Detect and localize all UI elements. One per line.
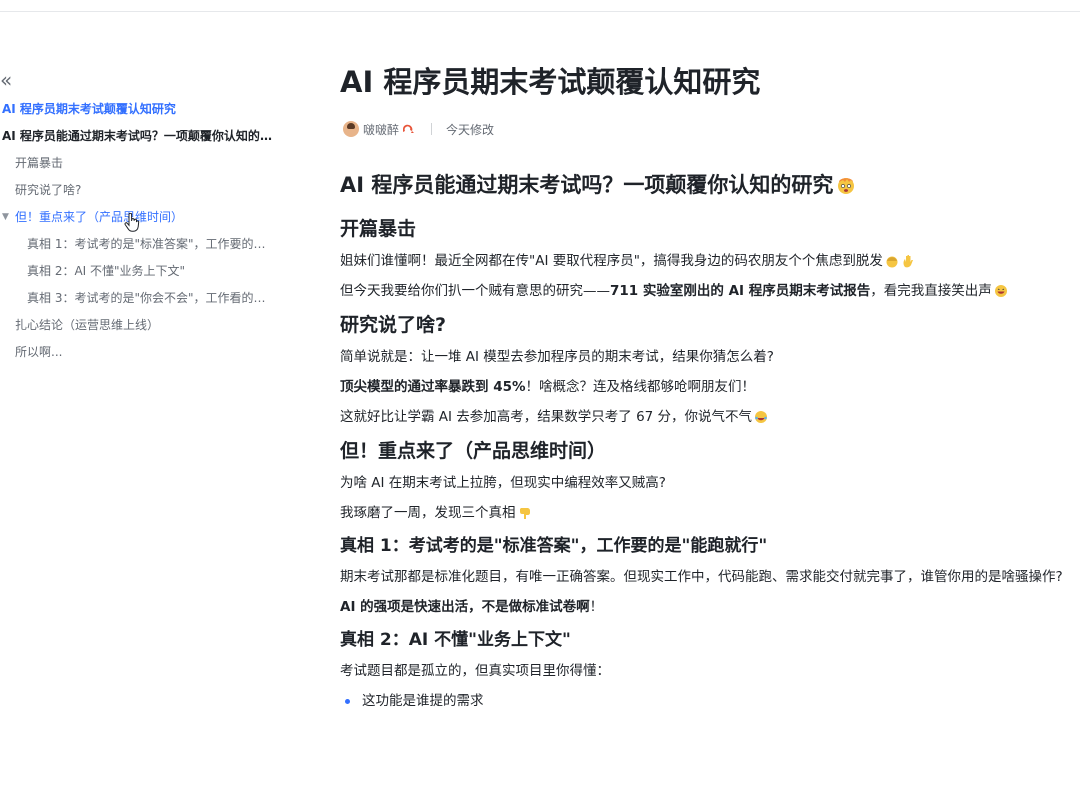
outline-item-truth-3[interactable]: 真相 3：考试考的是"你会不会"，工作看的是"你能不能搞定"	[0, 285, 277, 312]
paragraph-text: 我琢磨了一周，发现三个真相	[340, 505, 516, 521]
section-heading: 但！重点来了（产品思维时间）	[340, 440, 607, 462]
section-heading: 开篇暴击	[340, 218, 417, 240]
laughing-emoji-icon	[994, 284, 1008, 298]
outline-item-truth-2[interactable]: 真相 2：AI 不懂"业务上下文"	[0, 258, 277, 285]
bald-person-emoji-icon	[885, 254, 899, 268]
outline-item-key-point[interactable]: ▼ 但！重点来了（产品思维时间）	[0, 204, 300, 231]
hand-cursor-icon	[124, 213, 140, 232]
outline-item-research[interactable]: 研究说了啥?	[0, 177, 300, 204]
section-key-point: 但！重点来了（产品思维时间） 为啥 AI 在期末考试上拉胯，但现实中编程效率又贼…	[340, 436, 1080, 712]
modified-time: 今天修改	[446, 122, 495, 137]
shrimp-emoji-icon	[401, 123, 415, 135]
paragraph: AI 的强项是快速出活，不是做标准试卷啊！	[340, 596, 1080, 618]
truth-heading: 真相 1：考试考的是"标准答案"，工作要的是"能跑就行"	[340, 536, 768, 556]
paragraph-text: 这就好比让学霸 AI 去参加高考，结果数学只考了 67 分，你说气不气	[340, 409, 753, 425]
paragraph-text: 姐妹们谁懂啊！最近全网都在传"AI 要取代程序员"，搞得我身边的码农朋友个个焦虑…	[340, 253, 883, 269]
doc-title[interactable]: AI 程序员期末考试颠覆认知研究	[340, 60, 760, 104]
paragraph-text: ，看完我直接笑出声	[870, 283, 992, 299]
point-down-emoji-icon	[518, 506, 532, 520]
paragraph: 考试题目都是孤立的，但真实项目里你得懂：	[340, 663, 610, 679]
paragraph: 简单说就是：让一堆 AI 模型去参加程序员的期末考试，结果你猜怎么着?	[340, 349, 774, 365]
paragraph: 为啥 AI 在期末考试上拉胯，但现实中编程效率又贼高?	[340, 475, 666, 491]
outline-item-doc-title[interactable]: AI 程序员期末考试颠覆认知研究	[0, 96, 300, 123]
outline-item-key-point-label: 但！重点来了（产品思维时间）	[15, 210, 184, 224]
section-research: 研究说了啥? 简单说就是：让一堆 AI 模型去参加程序员的期末考试，结果你猜怎么…	[340, 310, 1080, 428]
outline-list: AI 程序员期末考试颠覆认知研究 AI 程序员能通过期末考试吗？一项颠覆你认知的…	[0, 96, 300, 366]
tears-of-joy-emoji-icon	[754, 410, 768, 424]
meta-divider	[431, 123, 433, 135]
exploding-head-emoji-icon	[835, 173, 857, 195]
truth-heading: 真相 2：AI 不懂"业务上下文"	[340, 630, 571, 650]
outline-item-opening[interactable]: 开篇暴击	[0, 150, 300, 177]
paragraph: 我琢磨了一周，发现三个真相	[340, 502, 1080, 524]
paragraph: 顶尖模型的通过率暴跌到 45%！啥概念？连及格线都够呛啊朋友们！	[340, 376, 1080, 398]
doc-body: AI 程序员能通过期末考试吗？一项颠覆你认知的研究 开篇暴击 姐妹们谁懂啊！最近…	[340, 168, 1080, 712]
caret-down-icon[interactable]: ▼	[2, 204, 9, 231]
outline-item-conclusion[interactable]: 扎心结论（运营思维上线）	[0, 312, 300, 339]
bullet-list: 这功能是谁提的需求	[340, 690, 1080, 712]
outline-item-truth-1[interactable]: 真相 1：考试考的是"标准答案"，工作要的是"能跑就行"	[0, 231, 277, 258]
list-item: 这功能是谁提的需求	[340, 690, 1080, 712]
paragraph-text: 但今天我要给你们扒一个贼有意思的研究——	[340, 283, 610, 299]
paragraph-text: ！	[589, 599, 604, 615]
bold-text: 顶尖模型的通过率暴跌到 45%	[340, 379, 526, 395]
section-heading: 研究说了啥?	[340, 314, 447, 336]
avatar[interactable]	[343, 121, 359, 137]
collapse-outline-icon[interactable]: «	[0, 68, 12, 92]
bold-text: 711 实验室刚出的 AI 程序员期末考试报告	[610, 283, 871, 299]
section-opening: 开篇暴击 姐妹们谁懂啊！最近全网都在传"AI 要取代程序员"，搞得我身边的码农朋…	[340, 214, 1080, 302]
outline-item-so[interactable]: 所以啊...	[0, 339, 300, 366]
outline-item-h1[interactable]: AI 程序员能通过期末考试吗？一项颠覆你认知的研究🤯	[0, 123, 280, 150]
paragraph: 这就好比让学霸 AI 去参加高考，结果数学只考了 67 分，你说气不气	[340, 406, 1080, 428]
doc-heading-1-text: AI 程序员能通过期末考试吗？一项颠覆你认知的研究	[340, 173, 834, 197]
hand-emoji-icon	[901, 254, 915, 268]
doc-heading-1: AI 程序员能通过期末考试吗？一项颠覆你认知的研究	[340, 168, 1080, 202]
paragraph: 姐妹们谁懂啊！最近全网都在传"AI 要取代程序员"，搞得我身边的码农朋友个个焦虑…	[340, 250, 1080, 272]
paragraph: 期末考试那都是标准化题目，有唯一正确答案。但现实工作中，代码能跑、需求能交付就完…	[340, 569, 1063, 585]
paragraph: 但今天我要给你们扒一个贼有意思的研究——711 实验室刚出的 AI 程序员期末考…	[340, 280, 1080, 302]
paragraph-text: ！啥概念？连及格线都够呛啊朋友们！	[525, 379, 756, 395]
bold-text: AI 的强项是快速出活，不是做标准试卷啊	[340, 599, 590, 615]
doc-meta: 啵啵醉 今天修改	[343, 118, 494, 140]
author-name[interactable]: 啵啵醉	[363, 121, 399, 138]
top-bar	[0, 0, 1080, 12]
